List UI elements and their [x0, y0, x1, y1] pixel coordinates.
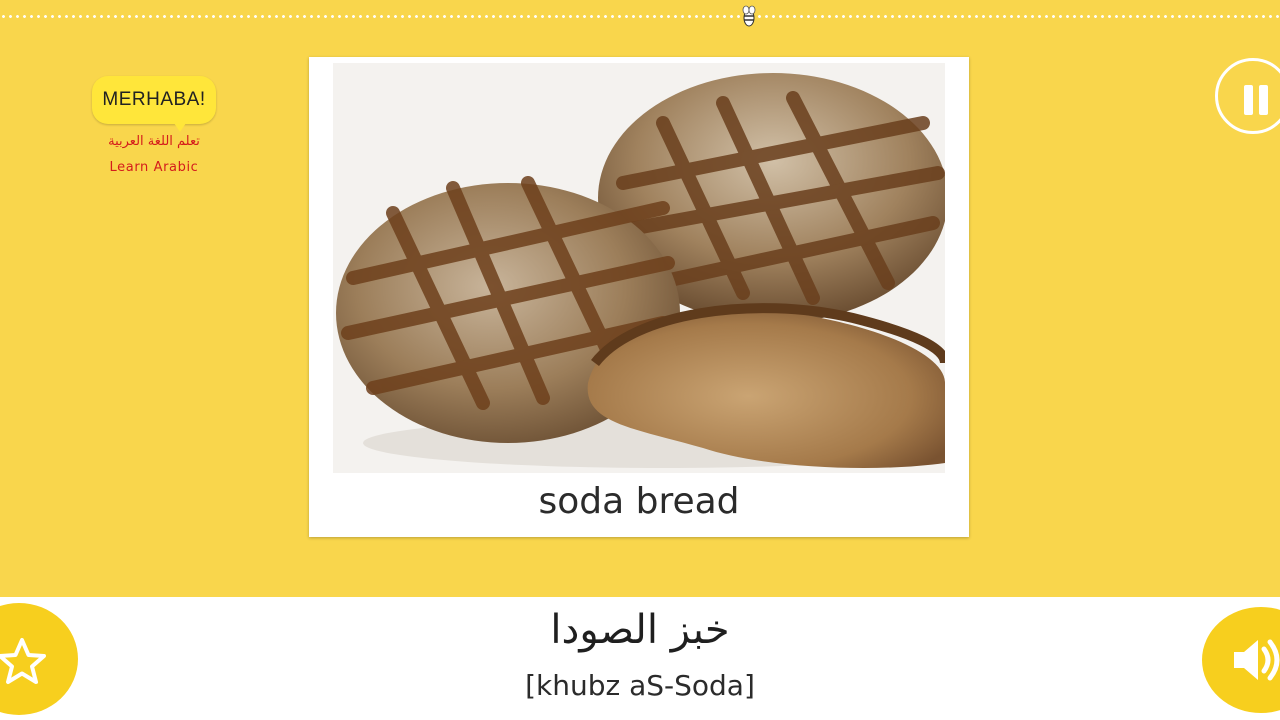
- word-card[interactable]: soda bread: [309, 57, 969, 537]
- app-logo: MERHABA! تعلم اللغة العربية Learn Arabic: [92, 76, 218, 186]
- favorite-button[interactable]: [0, 603, 78, 715]
- transliteration: [khubz aS-Soda]: [525, 669, 755, 702]
- progress-bee-marker: [742, 4, 756, 30]
- bottom-bar: خبز الصودا [khubz aS-Soda]: [0, 597, 1280, 720]
- play-sound-button[interactable]: [1202, 607, 1280, 713]
- logo-speech-bubble: MERHABA!: [92, 76, 216, 124]
- pause-button[interactable]: [1215, 58, 1280, 134]
- logo-subtitle-english: Learn Arabic: [109, 160, 199, 175]
- logo-bubble-tail: [172, 120, 188, 132]
- progress-track: [0, 15, 1280, 18]
- logo-subtitle-arabic: تعلم اللغة العربية: [108, 134, 200, 149]
- arabic-word: خبز الصودا: [550, 607, 730, 653]
- card-caption: soda bread: [538, 481, 740, 522]
- bee-icon: [742, 5, 756, 27]
- flashcard-screen: MERHABA! تعلم اللغة العربية Learn Arabic: [0, 0, 1280, 720]
- star-icon: [0, 638, 46, 684]
- soda-bread-image: [333, 63, 963, 473]
- soda-bread-photo-icon: [333, 63, 963, 473]
- speaker-icon: [1234, 639, 1280, 681]
